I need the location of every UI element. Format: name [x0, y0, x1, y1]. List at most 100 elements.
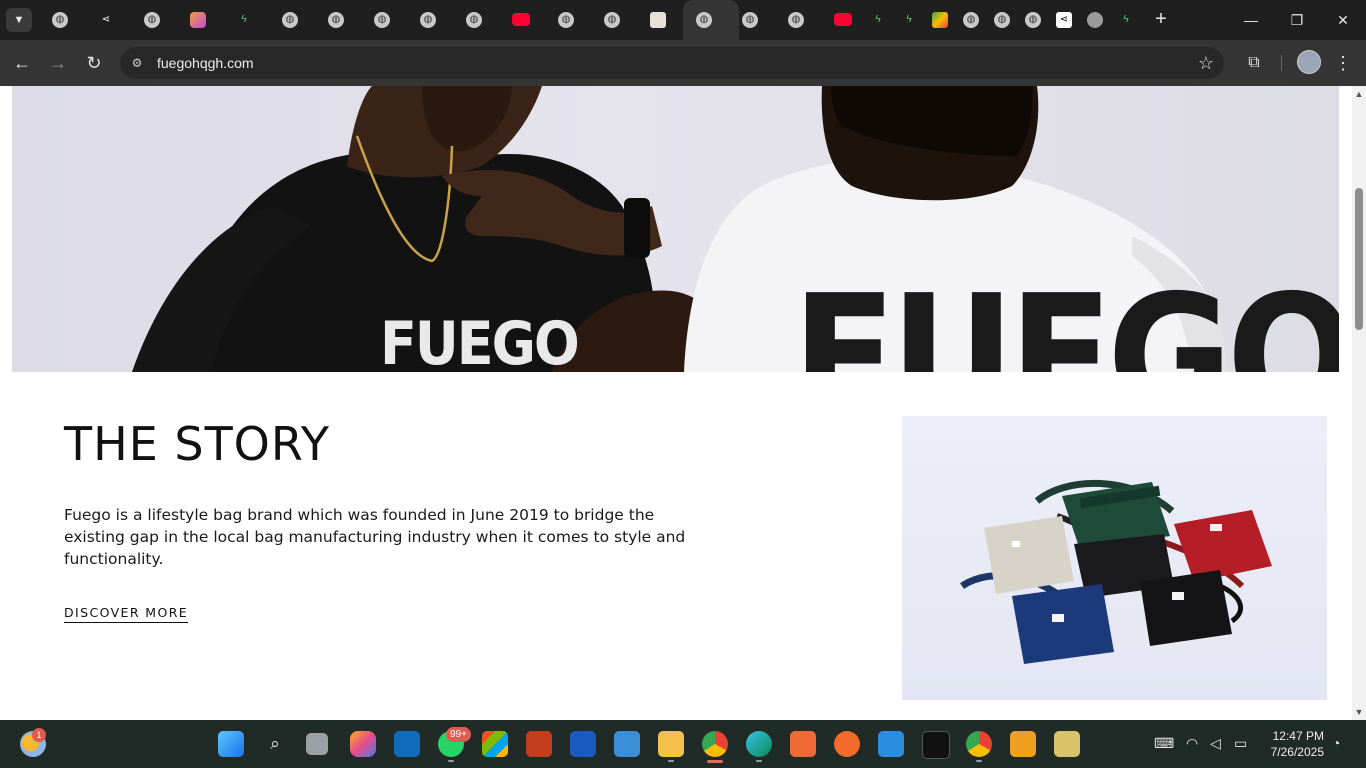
tab[interactable]: ◍ — [451, 0, 497, 40]
tab-strip: ▼ ◍ ⋖ ◍ ϟ ◍ ◍ ◍ ◍ ◍ ◍ ◍ ◍ ◍ ◍ ϟ ϟ ◍ ◍ ◍ … — [0, 0, 1366, 40]
hero-shirt-text-left: FUEGO — [380, 309, 578, 372]
toolbar-divider — [1281, 55, 1282, 71]
postman-icon[interactable] — [834, 731, 860, 757]
running-indicator — [756, 760, 762, 762]
app-icon[interactable] — [1010, 731, 1036, 757]
tab[interactable]: ◍ — [543, 0, 589, 40]
bookmark-star-icon[interactable]: ☆ — [1198, 53, 1214, 73]
kebab-menu-icon: ⋮ — [1334, 53, 1352, 73]
file-explorer-icon[interactable] — [658, 731, 684, 757]
youtube-icon — [512, 13, 530, 26]
notification-badge: 99+ — [446, 727, 471, 742]
globe-icon: ◍ — [742, 12, 758, 28]
bags-image — [902, 416, 1327, 700]
app-icon[interactable] — [1054, 731, 1080, 757]
app-icon — [650, 12, 666, 28]
tab[interactable] — [175, 0, 221, 40]
forward-button[interactable]: → — [46, 51, 70, 75]
search-icon[interactable]: ⌕ — [262, 731, 288, 757]
shield-icon — [1087, 12, 1103, 28]
chevron-down-icon: ▼ — [13, 14, 25, 26]
discover-more-link[interactable]: DISCOVER MORE — [64, 605, 189, 623]
chrome-icon[interactable] — [702, 731, 728, 757]
close-button[interactable]: ✕ — [1320, 0, 1366, 40]
new-tab-button[interactable]: + — [1150, 8, 1172, 32]
globe-icon: ◍ — [696, 12, 712, 28]
bolt-icon: ϟ — [1123, 14, 1129, 25]
tab[interactable] — [635, 0, 681, 40]
tab[interactable]: ◍ — [727, 0, 773, 40]
tab[interactable]: ◍ — [773, 0, 819, 40]
browser-menu-button[interactable]: ⋮ — [1334, 51, 1352, 75]
scrollbar-thumb[interactable] — [1355, 188, 1363, 330]
battery-icon[interactable]: ▭ — [1234, 735, 1247, 752]
windows-start-icon[interactable] — [218, 731, 244, 757]
puzzle-icon: ⧉ — [1248, 54, 1260, 71]
tab[interactable]: ϟ — [221, 0, 267, 40]
hero-photo-illustration: FUEGO FUEGO — [132, 86, 1339, 372]
profile-avatar[interactable] — [1297, 50, 1321, 74]
task-view-icon[interactable] — [306, 733, 328, 755]
url-text[interactable]: fuegohqgh.com — [157, 55, 254, 71]
volume-icon[interactable]: ◁ — [1210, 735, 1221, 752]
browser-toolbar: ← → ↻ ⚙ fuegohqgh.com ☆ ⧉ ⋮ — [0, 40, 1366, 86]
tab[interactable]: ◍ — [589, 0, 635, 40]
globe-icon: ◍ — [52, 12, 68, 28]
globe-icon: ◍ — [282, 12, 298, 28]
edge-icon[interactable] — [746, 731, 772, 757]
vscode-icon[interactable] — [878, 731, 904, 757]
tab-search-button[interactable]: ▼ — [6, 8, 32, 32]
outlook-icon[interactable] — [394, 731, 420, 757]
tab[interactable]: ◍ — [313, 0, 359, 40]
tab[interactable]: ◍ — [267, 0, 313, 40]
hero-shirt-text-right: FUEGO — [792, 259, 1339, 372]
globe-icon: ◍ — [788, 12, 804, 28]
tab[interactable]: ⋖ — [83, 0, 129, 40]
bags-photo-illustration — [960, 479, 1272, 664]
copilot-icon[interactable] — [350, 731, 376, 757]
tab[interactable] — [497, 0, 543, 40]
running-indicator — [976, 760, 982, 762]
running-indicator — [668, 760, 674, 762]
scroll-down-icon[interactable]: ▼ — [1352, 706, 1366, 718]
system-clock[interactable]: 12:47 PM 7/26/2025 — [1260, 728, 1324, 760]
site-settings-icon[interactable]: ⚙ — [128, 54, 146, 72]
powerpoint-icon[interactable] — [526, 731, 552, 757]
address-bar[interactable]: ⚙ fuegohqgh.com ☆ — [120, 47, 1224, 79]
story-description: Fuego is a lifestyle bag brand which was… — [64, 506, 686, 568]
globe-icon: ◍ — [1025, 12, 1041, 28]
notepad-icon[interactable] — [614, 731, 640, 757]
globe-icon: ◍ — [558, 12, 574, 28]
back-button[interactable]: ← — [10, 51, 34, 75]
clock-date: 7/26/2025 — [1270, 745, 1324, 759]
scroll-up-icon[interactable]: ▲ — [1352, 88, 1366, 100]
notifications-icon[interactable]: ◔ — [1332, 735, 1340, 751]
bolt-icon: ϟ — [875, 14, 881, 25]
share-icon: ⋖ — [1056, 12, 1072, 28]
restore-icon: ❐ — [1290, 12, 1304, 28]
word-icon[interactable] — [570, 731, 596, 757]
active-app-indicator — [707, 760, 723, 763]
youtube-icon — [834, 13, 852, 26]
extensions-button[interactable]: ⧉ — [1242, 51, 1266, 75]
wifi-icon[interactable]: ◠ — [1186, 735, 1198, 752]
globe-icon: ◍ — [604, 12, 620, 28]
bolt-icon: ϟ — [241, 14, 247, 25]
reload-button[interactable]: ↻ — [82, 51, 106, 75]
page-scrollbar[interactable]: ▲ ▼ — [1352, 86, 1366, 720]
page-viewport: FUEGO FUEGO THE STORY Fuego is a lifesty… — [0, 86, 1352, 720]
app-icon[interactable] — [922, 731, 950, 759]
tab[interactable]: ϟ — [1106, 0, 1144, 40]
tab[interactable]: ◍ — [37, 0, 83, 40]
globe-icon: ◍ — [466, 12, 482, 28]
meet-icon — [932, 12, 948, 28]
store-icon[interactable] — [482, 731, 508, 757]
tab[interactable]: ◍ — [405, 0, 451, 40]
tab[interactable]: ◍ — [359, 0, 405, 40]
app-icon[interactable] — [790, 731, 816, 757]
chrome-profile-icon[interactable] — [966, 731, 992, 757]
minimize-button[interactable]: — — [1228, 0, 1274, 40]
tab[interactable]: ◍ — [129, 0, 175, 40]
maximize-button[interactable]: ❐ — [1274, 0, 1320, 40]
keyboard-icon[interactable]: ⌨ — [1154, 735, 1174, 752]
